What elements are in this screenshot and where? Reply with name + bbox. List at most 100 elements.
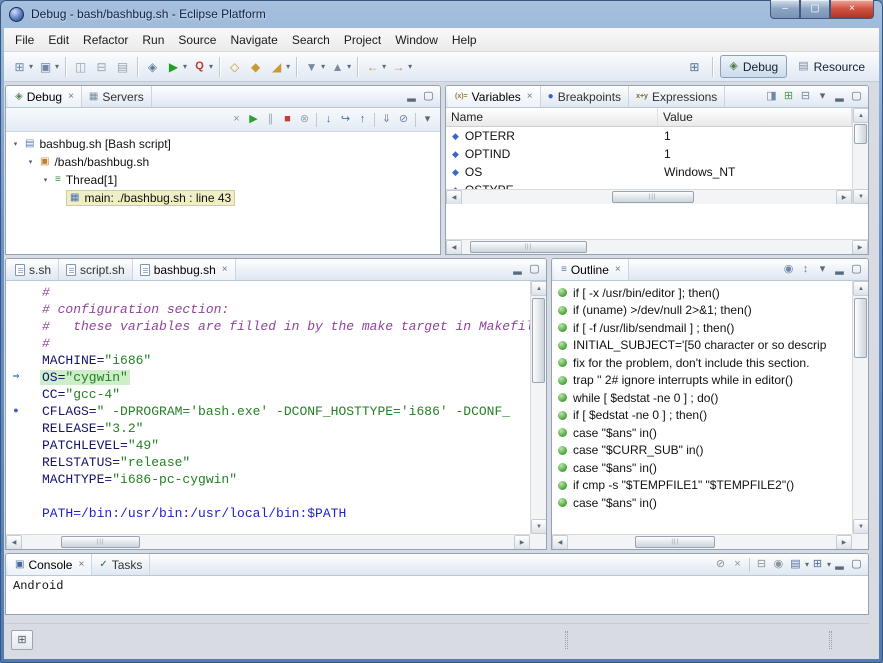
scroll-left-icon[interactable]: ◀ [446,240,462,254]
scroll-lock-icon[interactable]: ⊟ [753,556,770,573]
debug-tree-item[interactable]: ▾▣/bash/bashbug.sh [6,153,440,171]
scroll-left-icon[interactable]: ◀ [552,535,568,549]
outline-item[interactable]: if [ -f /usr/lib/sendmail ] ; then() [558,319,852,337]
suspend-icon[interactable]: ∥ [262,111,279,128]
back-history-button[interactable]: ←▾ [362,55,388,79]
remove-launch-icon[interactable]: × [729,556,746,573]
editor-v-scrollbar[interactable]: ▲▼ [530,281,546,534]
scroll-right-icon[interactable]: ▶ [836,535,852,549]
debug-tree-item[interactable]: ▦main: ./bashbug.sh : line 43 [6,189,440,207]
activate-task-button[interactable]: ◆ [245,55,266,79]
open-perspective-button[interactable]: ⊞ [683,56,705,78]
open-console-icon[interactable]: ⊞ [809,556,826,573]
view-menu-icon[interactable]: ▾ [814,261,831,278]
back-history-dropdown-arrow[interactable]: ▾ [382,62,386,71]
close-icon[interactable]: × [527,91,533,102]
display-selected-console-icon[interactable]: ▤ [787,556,804,573]
collapse-all-icon[interactable]: ⊟ [797,88,814,105]
maximize-icon[interactable]: ▢ [526,261,543,278]
close-icon[interactable]: × [222,264,228,275]
menu-help[interactable]: Help [445,29,484,51]
expander-icon[interactable]: ▾ [10,140,21,148]
scrollbar-track[interactable] [568,535,836,549]
sort-icon[interactable]: ↕ [797,261,814,278]
editor-h-scrollbar[interactable]: ◀▶ [6,534,530,549]
step-into-icon[interactable]: ↓ [320,111,337,128]
close-icon[interactable]: × [615,264,621,275]
variable-row[interactable]: ◆OSWindows_NT [446,163,852,181]
outline-v-scrollbar[interactable]: ▲▼ [852,281,868,534]
outline-item[interactable]: if [ $edstat -ne 0 ] ; then() [558,407,852,425]
column-header-value[interactable]: Value [658,108,852,126]
variable-row[interactable]: ◆OPTIND1 [446,145,852,163]
scroll-right-icon[interactable]: ▶ [852,240,868,254]
link-with-editor-icon[interactable]: ◉ [780,261,797,278]
menu-project[interactable]: Project [337,29,388,51]
forward-history-dropdown-arrow[interactable]: ▾ [408,62,412,71]
run-dropdown-arrow[interactable]: ▾ [183,62,187,71]
minimize-button[interactable]: – [770,0,800,19]
scroll-left-icon[interactable]: ◀ [446,190,462,205]
show-logical-structures-icon[interactable]: ⊞ [780,88,797,105]
outline-item[interactable]: case "$ans" in() [558,494,852,512]
editor-body[interactable]: ## configuration section:# these variabl… [6,281,546,549]
pin-console-icon[interactable]: ◉ [770,556,787,573]
trim-grip[interactable] [829,631,832,649]
outline-item[interactable]: if (uname) >/dev/null 2>&1; then() [558,302,852,320]
tab-outline[interactable]: ≡Outline× [554,259,629,280]
variable-row[interactable]: ◆OSTYPE [446,181,852,189]
minimize-icon[interactable]: ▂ [509,261,526,278]
minimize-icon[interactable]: ▂ [831,556,848,573]
run-button[interactable]: ▶▾ [163,55,189,79]
maximize-icon[interactable]: ▢ [420,88,437,105]
close-icon[interactable]: × [78,559,84,570]
menu-run[interactable]: Run [135,29,171,51]
perspective-resource[interactable]: ▤Resource [789,55,874,78]
debug-button[interactable]: ◈ [142,55,163,79]
open-console-button[interactable]: ⊞▾ [809,556,831,573]
variable-row[interactable]: ◆OPTERR1 [446,127,852,145]
disconnect-icon[interactable]: ⊗ [296,111,313,128]
task-menu-dropdown-arrow[interactable]: ▾ [286,62,290,71]
view-menu-icon[interactable]: ▾ [419,111,436,128]
scrollbar-thumb[interactable] [635,536,715,548]
save-all-button[interactable]: ⊟ [91,55,112,79]
perspective-debug[interactable]: ◈Debug [720,55,787,78]
menu-navigate[interactable]: Navigate [223,29,284,51]
step-over-icon[interactable]: ↪ [337,111,354,128]
outline-item[interactable]: case "$ans" in() [558,459,852,477]
scroll-up-icon[interactable]: ▲ [853,108,868,123]
close-button[interactable]: × [830,0,874,19]
outline-item[interactable]: fix for the problem, don't include this … [558,354,852,372]
coverage-dropdown-arrow[interactable]: ▾ [209,62,213,71]
outline-item[interactable]: INITIAL_SUBJECT='[50 character or so des… [558,337,852,355]
scroll-up-icon[interactable]: ▲ [531,281,546,296]
scroll-right-icon[interactable]: ▶ [836,190,852,205]
scroll-down-icon[interactable]: ▼ [853,189,868,204]
task-menu-button[interactable]: ◢▾ [266,55,292,79]
display-selected-console-button[interactable]: ▤▾ [787,556,809,573]
tab-bashbug-sh[interactable]: bashbug.sh× [133,259,236,280]
use-step-filters-icon[interactable]: ⊘ [395,111,412,128]
close-icon[interactable]: × [68,91,74,102]
scroll-left-icon[interactable]: ◀ [6,535,22,549]
save-button[interactable]: ◫ [70,55,91,79]
next-annotation-dropdown-arrow[interactable]: ▾ [321,62,325,71]
variables-details-h-scrollbar[interactable]: ◀▶ [446,239,868,254]
tab-console[interactable]: ▣Console× [8,554,92,575]
menu-source[interactable]: Source [171,29,223,51]
view-menu-icon[interactable]: ▾ [814,88,831,105]
scroll-up-icon[interactable]: ▲ [853,281,868,296]
new-menu-button[interactable]: ▣▾ [35,55,61,79]
console-output[interactable]: Android [6,576,868,614]
scrollbar-thumb[interactable] [612,191,694,203]
show-type-names-icon[interactable]: ◨ [763,88,780,105]
menu-refactor[interactable]: Refactor [76,29,135,51]
scroll-down-icon[interactable]: ▼ [531,519,546,534]
terminate-icon[interactable]: ■ [279,111,296,128]
maximize-icon[interactable]: ▢ [848,261,865,278]
outline-item[interactable]: case "$CURR_SUB" in() [558,442,852,460]
expander-icon[interactable]: ▾ [25,158,36,166]
menu-file[interactable]: File [8,29,41,51]
tab-variables[interactable]: (x)=Variables× [448,86,541,107]
